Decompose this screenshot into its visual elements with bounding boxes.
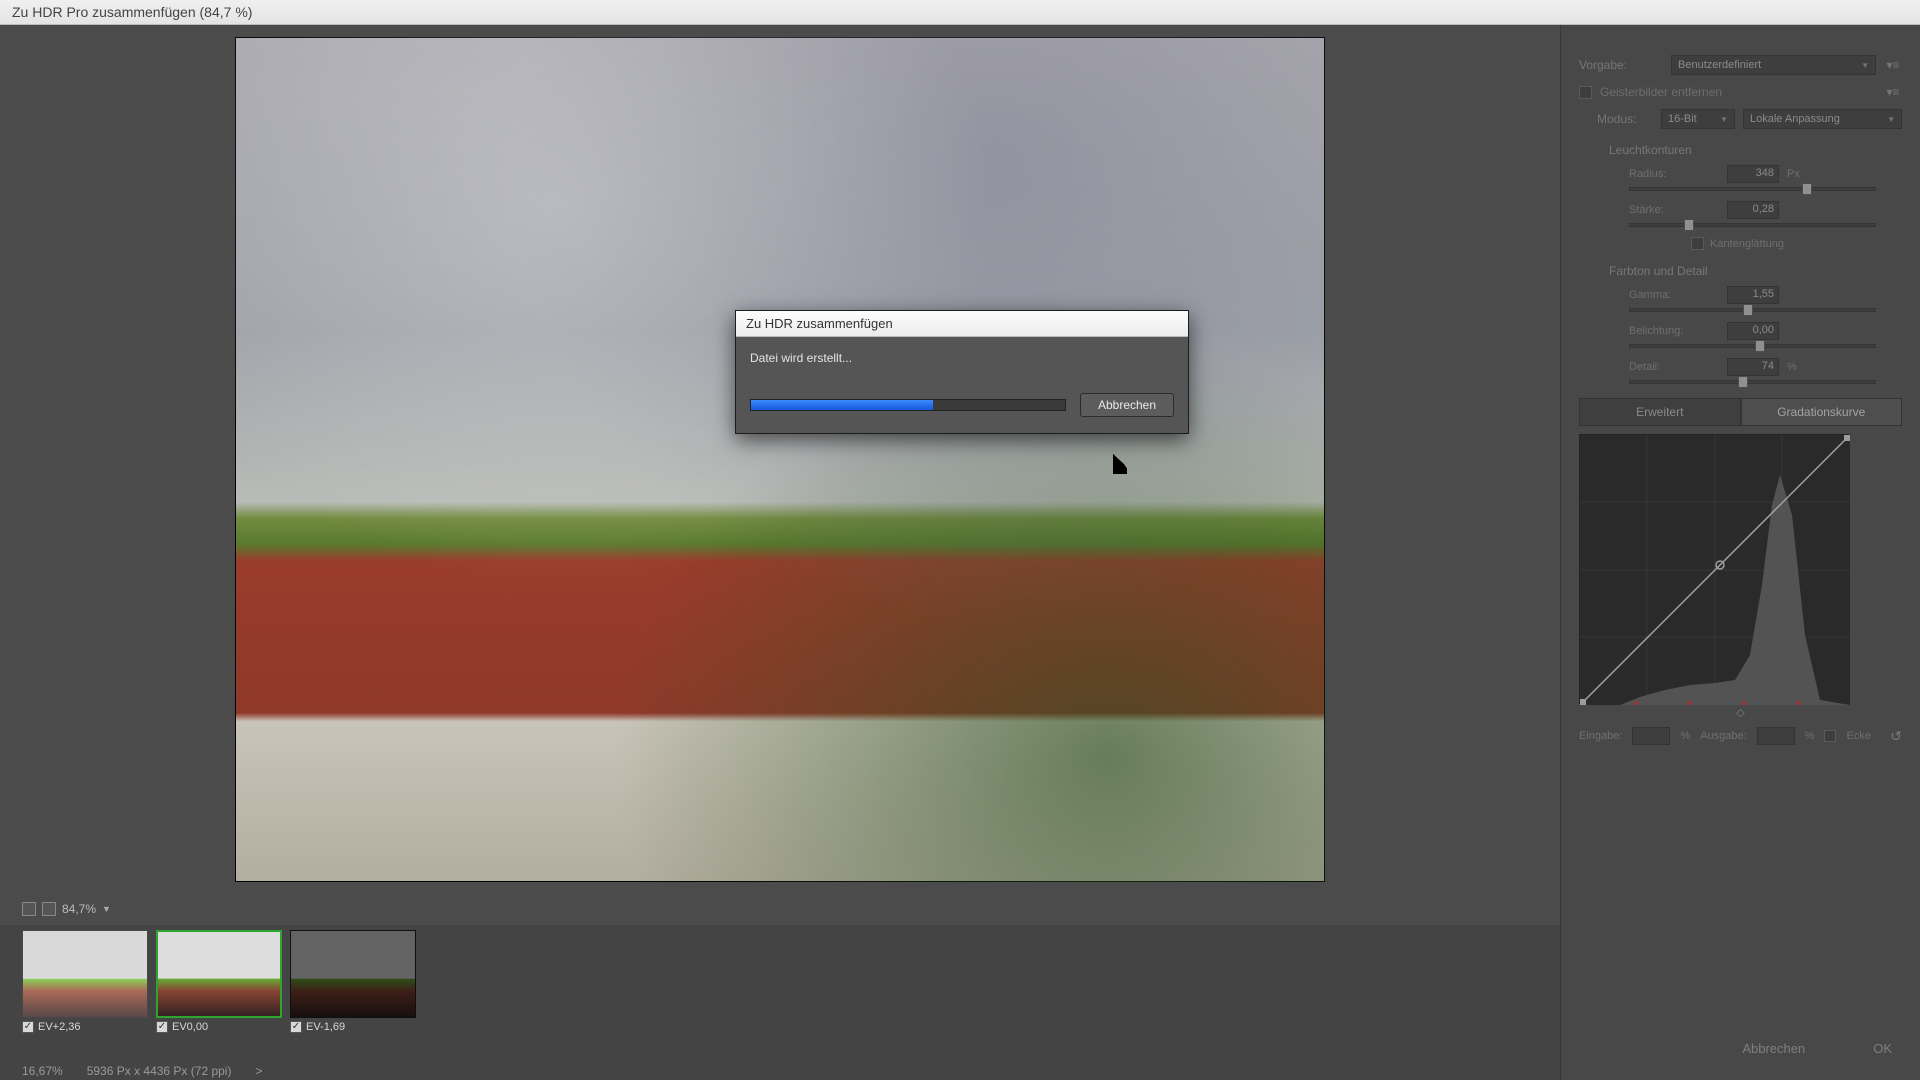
window-titlebar: Zu HDR Pro zusammenfügen (84,7 %) [0, 0, 1920, 25]
curve-output-label: Ausgabe: [1700, 730, 1746, 742]
edge-smoothing-checkbox[interactable] [1691, 237, 1704, 250]
radius-value-input[interactable]: 348 [1727, 165, 1779, 183]
chevron-down-icon: ▼ [1720, 115, 1728, 124]
tone-detail-section-title: Farbton und Detail [1609, 264, 1902, 278]
preset-value: Benutzerdefiniert [1678, 59, 1761, 71]
gamma-value-input[interactable]: 1,55 [1727, 286, 1779, 304]
mode-value: 16-Bit [1668, 113, 1697, 125]
gamma-slider[interactable] [1629, 308, 1876, 312]
thumbnail-image [156, 930, 282, 1018]
strength-slider[interactable] [1629, 223, 1876, 227]
status-arrow-icon: > [255, 1064, 262, 1078]
curve-corner-label: Ecke [1846, 730, 1870, 742]
sidebar-cancel-button[interactable]: Abbrechen [1742, 1041, 1805, 1056]
chevron-down-icon: ▼ [1861, 61, 1869, 70]
hdr-preview-image [235, 37, 1325, 882]
detail-value-input[interactable]: 74 [1727, 358, 1779, 376]
exposure-label: Belichtung: [1629, 325, 1719, 337]
tab-advanced[interactable]: Erweitert [1579, 398, 1741, 426]
curve-pointer-icon: ◇ [1579, 706, 1902, 719]
adjustment-tabs: Erweitert Gradationskurve [1579, 398, 1902, 426]
slider-knob[interactable] [1684, 219, 1694, 231]
status-dimensions: 5936 Px x 4436 Px (72 ppi) [87, 1064, 232, 1078]
dialog-message: Datei wird erstellt... [750, 351, 1174, 365]
exposure-thumbnail[interactable]: ✓ EV+2,36 [22, 930, 148, 1033]
slider-knob[interactable] [1755, 340, 1765, 352]
edge-glow-section-title: Leuchtkonturen [1609, 143, 1902, 157]
detail-label: Detail: [1629, 361, 1719, 373]
hdr-settings-sidebar: Vorgabe: Benutzerdefiniert ▼ ▾≡ Geisterb… [1560, 25, 1920, 1080]
status-bar: 16,67% 5936 Px x 4436 Px (72 ppi) > [22, 1064, 262, 1078]
preset-menu-icon[interactable]: ▾≡ [1884, 58, 1902, 72]
chevron-down-icon: ▼ [1887, 115, 1895, 124]
progress-bar [750, 399, 1066, 411]
deghost-label: Geisterbilder entfernen [1600, 85, 1722, 99]
curve-output-value[interactable] [1757, 727, 1795, 745]
exposure-value-input[interactable]: 0,00 [1727, 322, 1779, 340]
preset-select[interactable]: Benutzerdefiniert ▼ [1671, 55, 1876, 75]
progress-bar-fill [751, 400, 933, 410]
tone-curve-editor[interactable] [1579, 434, 1849, 704]
thumbnail-checkbox[interactable]: ✓ [22, 1021, 34, 1033]
exposure-thumbnail[interactable]: ✓ EV0,00 [156, 930, 282, 1033]
curve-pct: % [1680, 730, 1690, 742]
dialog-title: Zu HDR zusammenfügen [736, 311, 1188, 337]
detail-slider[interactable] [1629, 380, 1876, 384]
curve-corner-checkbox[interactable] [1824, 730, 1836, 742]
thumbnail-checkbox[interactable]: ✓ [156, 1021, 168, 1033]
method-select[interactable]: Lokale Anpassung ▼ [1743, 109, 1902, 129]
radius-slider[interactable] [1629, 187, 1876, 191]
mode-label: Modus: [1597, 112, 1653, 126]
zoom-controls: 84,7% ▼ [22, 899, 111, 919]
thumbnail-image [290, 930, 416, 1018]
strength-value-input[interactable]: 0,28 [1727, 201, 1779, 219]
status-zoom: 16,67% [22, 1064, 63, 1078]
zoom-dropdown-icon[interactable]: ▼ [102, 904, 111, 914]
slider-knob[interactable] [1738, 376, 1748, 388]
exposure-thumbnail-strip: ✓ EV+2,36 ✓ EV0,00 ✓ EV-1,69 [22, 930, 416, 1033]
thumbnail-ev-label: EV+2,36 [38, 1021, 81, 1033]
thumbnail-ev-label: EV0,00 [172, 1021, 208, 1033]
curve-pct: % [1805, 730, 1815, 742]
dialog-cancel-button[interactable]: Abbrechen [1080, 393, 1174, 417]
thumbnail-checkbox[interactable]: ✓ [290, 1021, 302, 1033]
strength-label: Stärke: [1629, 204, 1719, 216]
method-value: Lokale Anpassung [1750, 113, 1840, 125]
deghost-menu-icon[interactable]: ▾≡ [1884, 85, 1902, 99]
sidebar-ok-button[interactable]: OK [1873, 1041, 1892, 1056]
detail-unit: % [1787, 361, 1809, 373]
actual-pixels-icon[interactable] [42, 902, 56, 916]
deghost-checkbox[interactable] [1579, 86, 1592, 99]
radius-unit: Px [1787, 168, 1809, 180]
preview-workspace: 84,7% ▼ [0, 25, 1560, 925]
fit-screen-icon[interactable] [22, 902, 36, 916]
tab-curve[interactable]: Gradationskurve [1741, 398, 1903, 426]
zoom-percent-label: 84,7% [62, 902, 96, 916]
preset-label: Vorgabe: [1579, 58, 1663, 72]
curve-input-label: Eingabe: [1579, 730, 1622, 742]
progress-dialog: Zu HDR zusammenfügen Datei wird erstellt… [735, 310, 1189, 434]
mode-select[interactable]: 16-Bit ▼ [1661, 109, 1735, 129]
curve-reset-icon[interactable]: ↺ [1890, 728, 1902, 745]
radius-label: Radius: [1629, 168, 1719, 180]
edge-smoothing-label: Kantenglättung [1710, 238, 1784, 250]
curve-io-row: Eingabe: % Ausgabe: % Ecke ↺ [1579, 727, 1902, 745]
exposure-thumbnail[interactable]: ✓ EV-1,69 [290, 930, 416, 1033]
gamma-label: Gamma: [1629, 289, 1719, 301]
slider-knob[interactable] [1802, 183, 1812, 195]
thumbnail-image [22, 930, 148, 1018]
curve-input-value[interactable] [1632, 727, 1670, 745]
exposure-slider[interactable] [1629, 344, 1876, 348]
window-title: Zu HDR Pro zusammenfügen (84,7 %) [12, 4, 252, 20]
thumbnail-ev-label: EV-1,69 [306, 1021, 345, 1033]
slider-knob[interactable] [1743, 304, 1753, 316]
